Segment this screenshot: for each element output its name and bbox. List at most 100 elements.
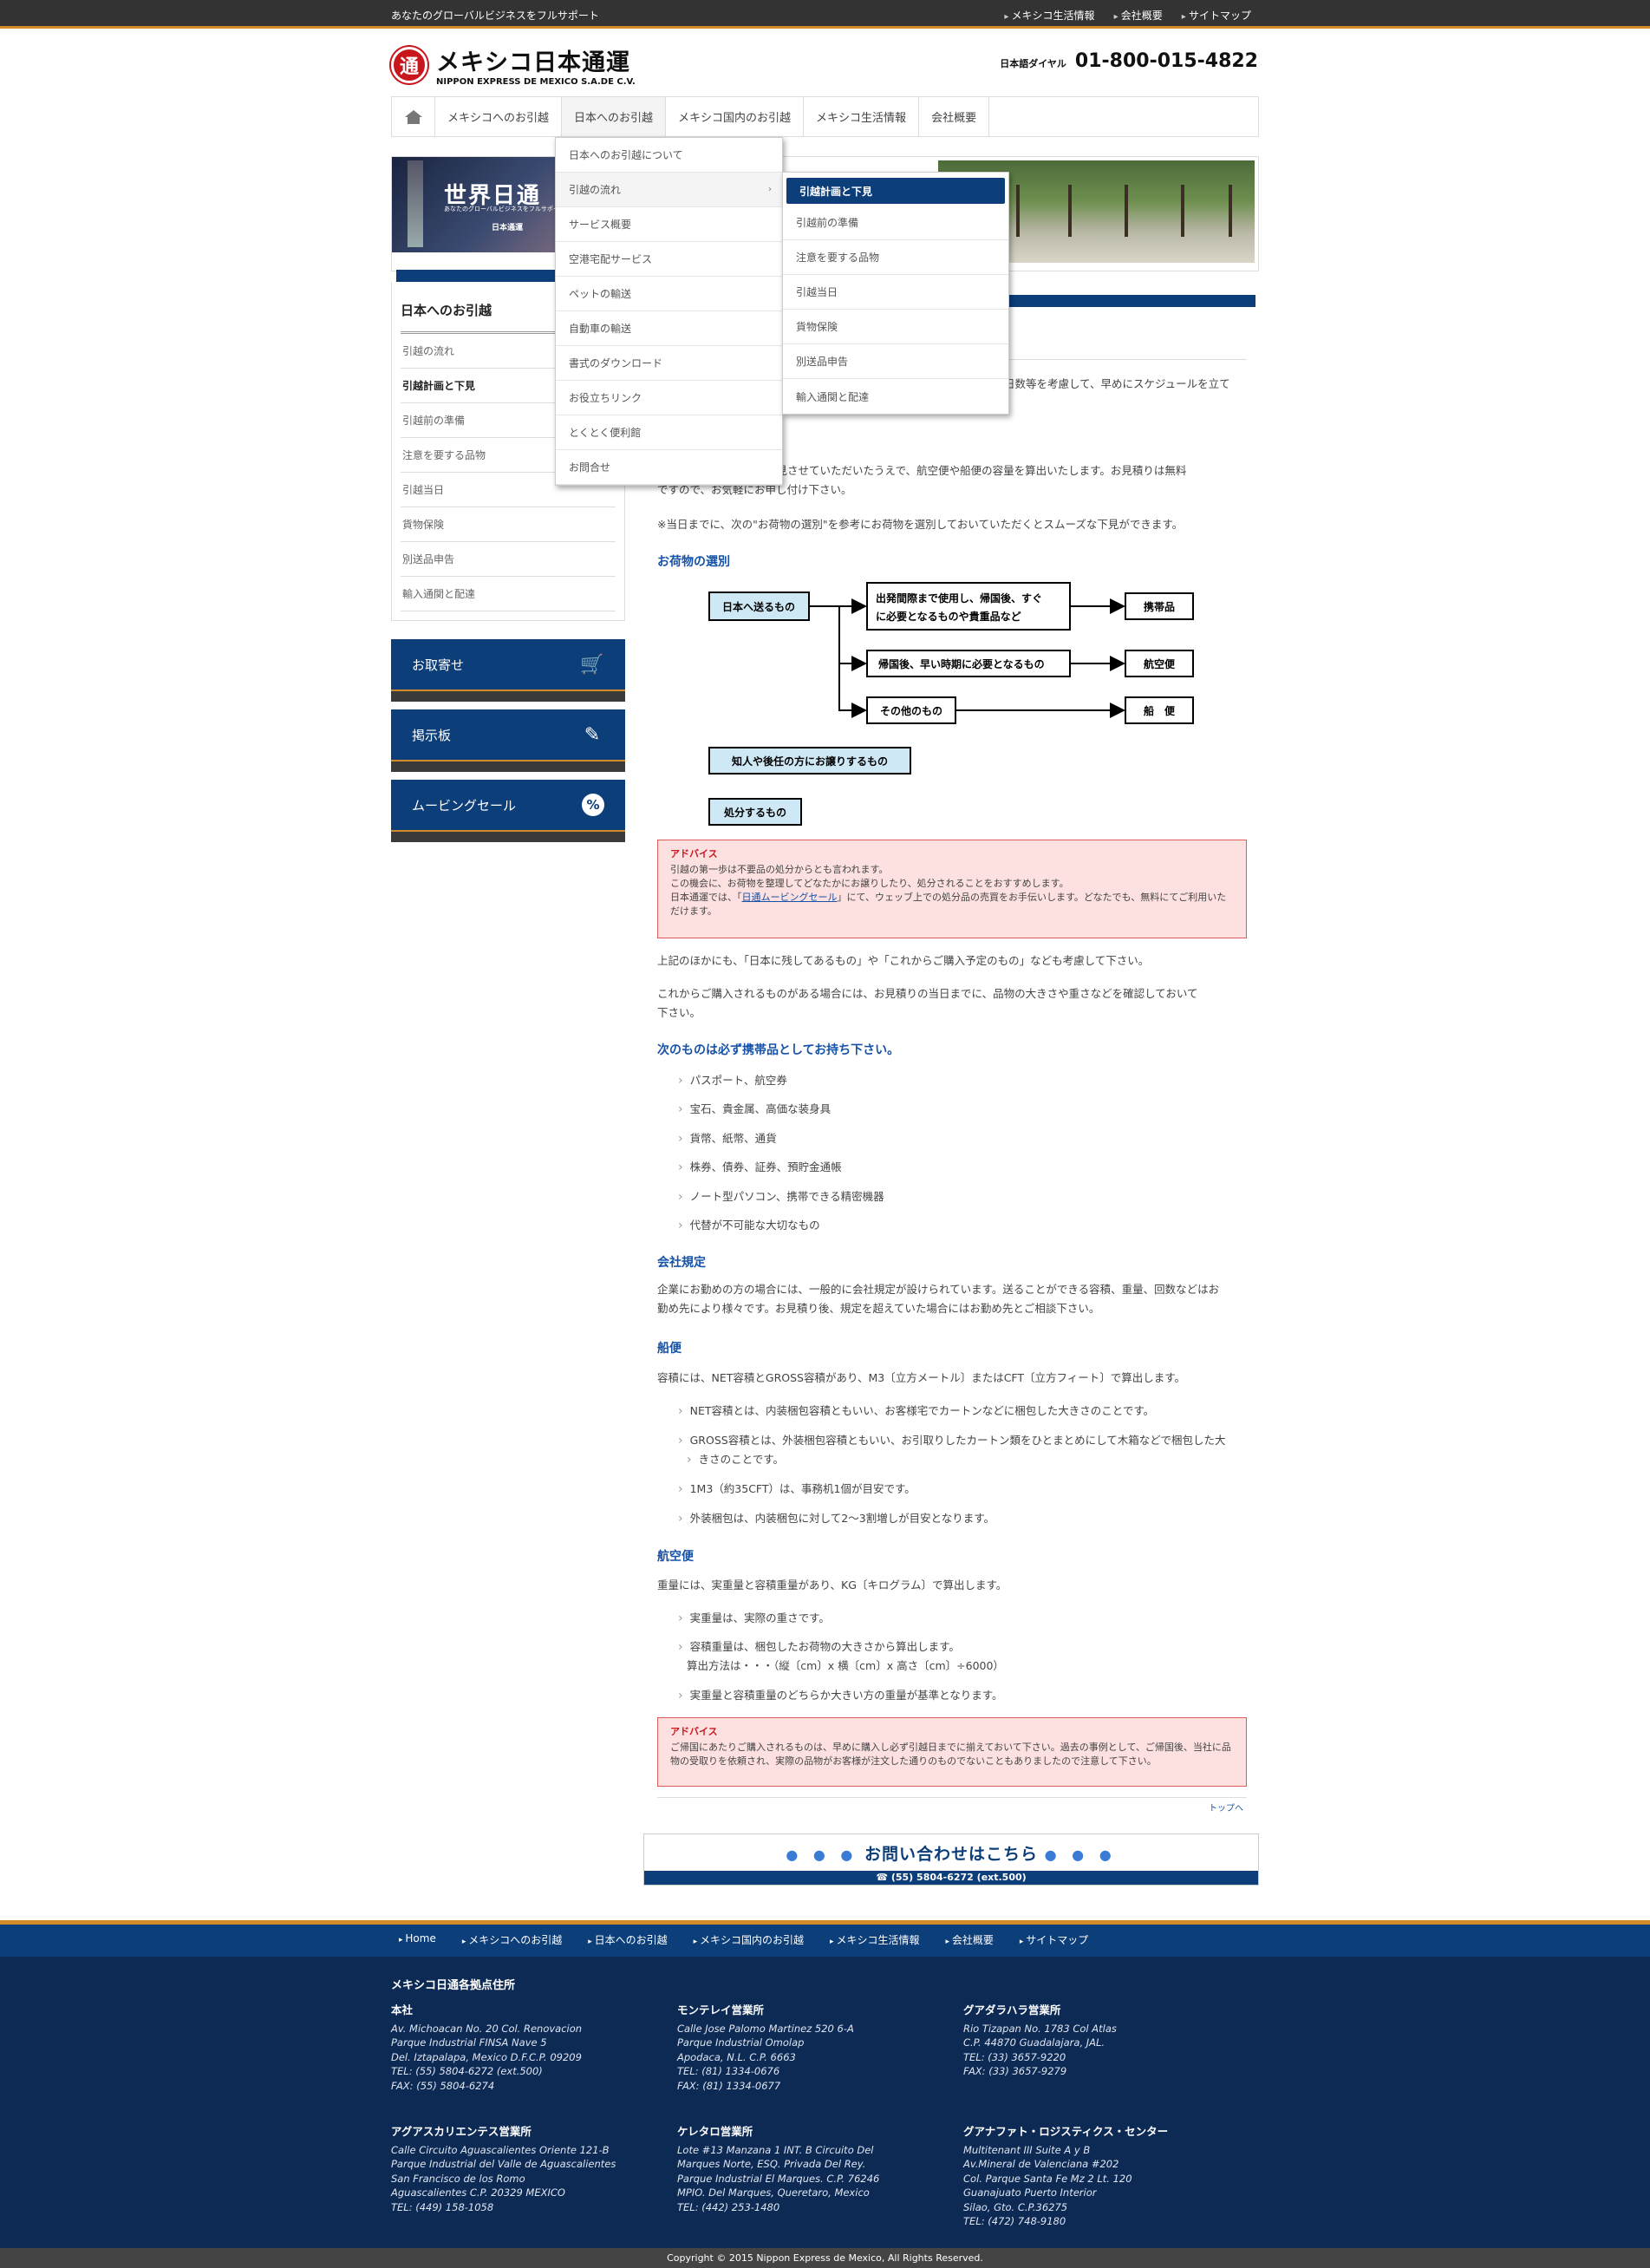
top-link-life[interactable]: メキシコ生活情報 [1004,8,1095,23]
office-address: グアダラハラ営業所 Rio Tizapan No. 1783 Col Atlas… [963,2003,1117,2077]
flow-box-2-label: 帰国後、早い時期に必要となるもの [878,657,1045,670]
office-address: 本社 Av. Michoacan No. 20 Col. Renovacion P… [391,2003,583,2092]
tagline: あなたのグローバルビジネスをフルサポート [391,10,599,22]
banner-subtitle: あなたのグローバルビジネスをフルサポート [444,206,565,212]
ship-list: NET容積とは、内装梱包容積ともいい、お客様宅でカートンなどに梱包した大きさのこ… [657,1402,1247,1532]
submenu-item[interactable]: 別送品申告 [783,344,1008,379]
phone-number: 01-800-015-4822 [1074,50,1258,72]
footer-link[interactable]: 日本へのお引越 [588,1932,668,1947]
paragraph-purchase: これからご購入されるものがある場合には、お見積りの当日までに、品物の大きさや重さ… [657,987,1198,1019]
flow-result-3-label: 船 便 [1144,704,1176,717]
flow-box-3-label: その他のもの [880,704,942,717]
list-item-continued: きさのことです。 [687,1450,784,1469]
footer-link-home[interactable]: Home [399,1932,435,1947]
banner-promo: 世界日通 あなたのグローバルビジネスをフルサポート 日本通運 [392,157,565,252]
footer-link[interactable]: メキシコ国内のお引越 [694,1932,804,1947]
dropdown-item[interactable]: お問合せ [556,450,782,485]
paragraph-consider: 上記のほかにも、「日本に残してあるもの」や「これからご購入予定のもの」なども考慮… [657,954,1150,967]
flow-start-label: 日本へ送るもの [722,600,795,613]
list-item-formula: 算出方法は・・・（縦〔cm〕x 横〔cm〕x 高さ〔cm〕÷6000） [687,1659,1004,1672]
copyright: Copyright © 2015 Nippon Express de Mexic… [0,2248,1650,2268]
footer-link[interactable]: メキシコへのお引越 [462,1932,562,1947]
top-link-sitemap[interactable]: サイトマップ [1182,8,1251,23]
footer-link[interactable]: 会社概要 [945,1932,994,1947]
dropdown-item[interactable]: お役立ちリンク [556,381,782,415]
list-item: 株券、債券、証券、預貯金通帳 [678,1158,842,1177]
top-link-company[interactable]: 会社概要 [1114,8,1163,23]
sidebar-item[interactable]: 貨物保険 [401,507,616,542]
submenu-item[interactable]: 輸入通関と配達 [783,379,1008,414]
carry-list: パスポート、航空券 宝石、貴金属、高価な装身具 貨幣、紙幣、通貨 株券、債券、証… [657,1071,1247,1245]
heading-rule: 会社規定 [657,1256,706,1270]
nav-submenu-flow: 引越計画と下見 引越前の準備 注意を要する品物 引越当日 貨物保険 別送品申告 … [782,172,1009,415]
home-icon [404,109,422,124]
banner-brand: 日本通運 [492,224,524,232]
site-logo[interactable]: 通 メキシコ日本通運 NIPPON EXPRESS DE MEXICO S.A.… [391,43,636,87]
flow-side-2-label: 処分するもの [723,806,786,819]
footer: メキシコ日通各拠点住所 本社 Av. Michoacan No. 20 Col.… [0,1957,1650,2248]
logo-name-en: NIPPON EXPRESS DE MEXICO S.A.DE C.V. [436,77,636,87]
advice-box-1: アドバイス 引越の第一歩は不要品の処分からとも言われます。 この機会に、お荷物を… [657,840,1247,938]
percent-icon: % [582,794,604,816]
submenu-item[interactable]: 引越前の準備 [783,206,1008,240]
tower-image [408,160,423,247]
air-list: 実重量は、実際の重さです。 容積重量は、梱包したお荷物の大きさから算出します。 … [657,1609,1247,1713]
sidebar-item[interactable]: 別送品申告 [401,542,616,577]
office-address: ケレタロ営業所 Lote #13 Manzana 1 INT. B Circui… [677,2125,880,2213]
nav-domestic[interactable]: メキシコ国内のお引越 [666,97,805,136]
dots-left-icon: ● ● ● [786,1846,858,1863]
dropdown-item[interactable]: 書式のダウンロード [556,346,782,381]
moving-sale-button[interactable]: ムービングセール % [391,780,625,842]
nav-dropdown-japan: 日本へのお引越について 引越の流れ › サービス概要 空港宅配サービス ペットの輸… [555,137,783,486]
dropdown-item[interactable]: 空港宅配サービス [556,242,782,277]
nav-to-japan[interactable]: 日本へのお引越 [562,97,667,136]
submenu-item[interactable]: 貨物保険 [783,310,1008,344]
footer-link[interactable]: サイトマップ [1020,1932,1088,1947]
list-item: 実重量は、実際の重さです。 [678,1609,830,1628]
submenu-item[interactable]: 引越当日 [783,275,1008,310]
list-item: 外装梱包は、内装梱包に対して2～3割増しが目安となります。 [678,1509,995,1528]
office-address: アグアスカリエンテス営業所 Calle Circuito Aguascalien… [391,2125,616,2213]
footer-title: メキシコ日通各拠点住所 [391,1979,516,1992]
chevron-right-icon: › [768,185,772,194]
edit-icon: ✎ [584,723,601,746]
contact-banner[interactable]: ● ● ● お問い合わせはこちら ● ● ● ☎ (55) 5804-6272 … [643,1833,1259,1886]
dropdown-item-flow[interactable]: 引越の流れ › [556,173,782,207]
list-item: 貨幣、紙幣、通貨 [678,1129,777,1148]
submenu-item-selected[interactable]: 引越計画と下見 [786,178,1005,204]
dropdown-item[interactable]: サービス概要 [556,207,782,242]
nav-company[interactable]: 会社概要 [919,97,990,136]
nav-life-info[interactable]: メキシコ生活情報 [804,97,920,136]
dropdown-item[interactable]: 自動車の輸送 [556,311,782,346]
order-button[interactable]: お取寄せ 🛒 [391,639,625,702]
luggage-flow-diagram: 日本へ送るもの 出発間際まで使用し、帰国後、すぐ に必要となるものや貴重品など … [708,582,1194,826]
to-top-link[interactable]: トップへ [1209,1801,1243,1814]
list-item: 容積重量は、梱包したお荷物の大きさから算出します。 [678,1637,960,1657]
note-paragraph: ※当日までに、次の"お荷物の選別"を参考にお荷物を選別しておいていただくとスムー… [657,518,1184,531]
flow-box-1-line-1: 出発間際まで使用し、帰国後、すぐ [876,592,1042,605]
dropdown-item[interactable]: ペットの輸送 [556,277,782,311]
contact-label: お問い合わせはこちら [864,1845,1038,1864]
nav-home[interactable] [392,97,435,136]
office-address: モンテレイ営業所 Calle Jose Palomo Martinez 520 … [677,2003,854,2092]
dropdown-item[interactable]: 日本へのお引越について [556,138,782,173]
sidebar-item[interactable]: 輸入通関と配達 [401,577,616,611]
header-phone: 日本語ダイヤル 01-800-015-4822 [1000,50,1258,72]
footer-link[interactable]: メキシコ生活情報 [830,1932,919,1947]
paragraph-air: 重量には、実重量と容積重量があり、KG〔キログラム〕で算出します。 [657,1578,1008,1592]
advice-box-2: アドバイス ご帰国にあたりご購入されるものは、早めに購入し必ず引越日までに揃えて… [657,1717,1247,1787]
dropdown-item[interactable]: とくとく便利館 [556,415,782,450]
footer-nav: Home メキシコへのお引越 日本へのお引越 メキシコ国内のお引越 メキシコ生活… [0,1920,1650,1957]
board-button[interactable]: 掲示板 ✎ [391,709,625,772]
list-item: 代替が不可能な大切なもの [678,1216,820,1235]
paragraph-ship: 容積には、NET容積とGROSS容積があり、M3〔立方メートル〕またはCFT〔立… [657,1371,1186,1384]
list-item: ノート型パソコン、携帯できる精密機器 [678,1187,884,1206]
moving-sale-link[interactable]: 日通ムービングセール [742,892,838,903]
list-item: GROSS容積とは、外装梱包容積ともいい、お引取りしたカートン類をひとまとめにし… [678,1431,1226,1450]
contact-tel: ☎ (55) 5804-6272 (ext.500) [644,1871,1258,1885]
heading-ship: 船便 [657,1342,682,1356]
submenu-item[interactable]: 注意を要する品物 [783,240,1008,275]
heading-air: 航空便 [657,1550,694,1564]
logo-mark-icon: 通 [391,47,427,83]
nav-to-mexico[interactable]: メキシコへのお引越 [435,97,563,136]
